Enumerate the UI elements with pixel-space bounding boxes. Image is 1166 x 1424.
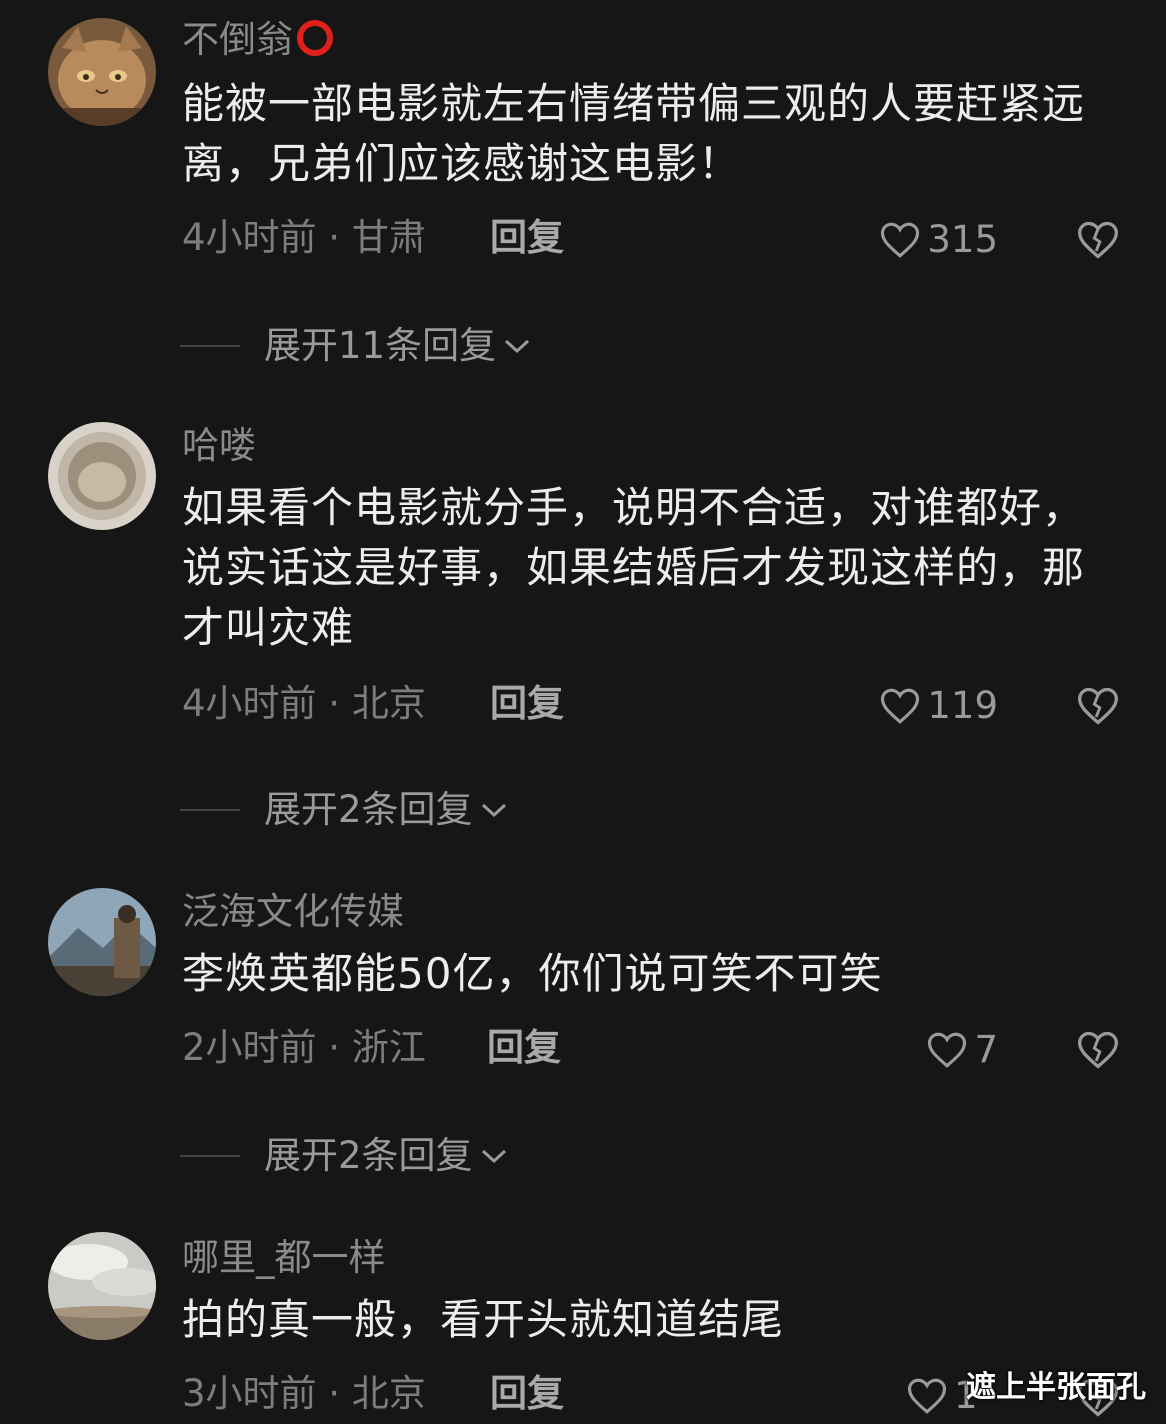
reply-button[interactable]: 回复 (487, 1026, 561, 1070)
mountain-avatar-image (48, 888, 156, 996)
heart-outline-icon (928, 1032, 967, 1068)
avatar[interactable] (48, 1232, 156, 1340)
expand-replies-button[interactable]: 展开11条回复 (180, 324, 532, 368)
like-button[interactable]: 315 (879, 218, 998, 262)
divider-line (180, 809, 240, 811)
like-count: 315 (927, 218, 998, 261)
chevron-down-icon (481, 803, 506, 818)
like-button[interactable]: 119 (879, 684, 998, 728)
dislike-button[interactable] (1076, 1028, 1120, 1072)
red-circle-badge-icon (297, 20, 333, 56)
avatar[interactable] (48, 18, 156, 126)
broken-heart-icon (1078, 1031, 1118, 1069)
username[interactable]: 哈喽 (182, 424, 256, 468)
broken-heart-icon (1078, 221, 1118, 259)
sky-avatar-image (48, 1232, 156, 1340)
comment-meta: 3小时前 · 北京 (182, 1372, 426, 1415)
username[interactable]: 哪里_都一样 (182, 1236, 386, 1280)
chevron-down-icon (505, 339, 530, 354)
expand-replies-button[interactable]: 展开2条回复 (180, 788, 509, 832)
reply-button[interactable]: 回复 (490, 682, 564, 726)
hamster-avatar-image (48, 422, 156, 530)
like-button[interactable]: 7 (926, 1028, 998, 1072)
dislike-button[interactable] (1076, 684, 1120, 728)
broken-heart-icon (1078, 687, 1118, 725)
avatar[interactable] (48, 422, 156, 530)
like-count: 119 (927, 684, 998, 727)
cat-avatar-image (48, 18, 156, 126)
comment-text: 能被一部电影就左右情绪带偏三观的人要赶紧远离，兄弟们应该感谢这电影！ (182, 79, 1086, 188)
comment-meta: 4小时前 · 甘肃 (182, 216, 426, 259)
username[interactable]: 泛海文化传媒 (182, 890, 404, 934)
heart-outline-icon (881, 688, 920, 724)
dislike-button[interactable] (1076, 218, 1120, 262)
comment-text: 如果看个电影就分手，说明不合适，对谁都好，说实话这是好事，如果结婚后才发现这样的… (182, 483, 1086, 652)
comment-text: 李焕英都能50亿，你们说可笑不可笑 (182, 949, 883, 998)
heart-outline-icon (881, 222, 920, 258)
watermark-text: 遮上半张面孔 (966, 1370, 1146, 1405)
reply-button[interactable]: 回复 (490, 1372, 564, 1416)
username[interactable]: 不倒翁 (182, 18, 333, 62)
heart-outline-icon (907, 1378, 947, 1414)
divider-line (180, 345, 240, 347)
expand-label: 展开11条回复 (264, 324, 497, 367)
expand-label: 展开2条回复 (264, 788, 473, 831)
expand-replies-button[interactable]: 展开2条回复 (180, 1134, 509, 1178)
expand-label: 展开2条回复 (264, 1134, 473, 1177)
comment-text: 拍的真一般，看开头就知道结尾 (182, 1295, 785, 1344)
chevron-down-icon (481, 1149, 506, 1164)
divider-line (180, 1155, 240, 1157)
reply-button[interactable]: 回复 (490, 216, 564, 260)
avatar[interactable] (48, 888, 156, 996)
username-text: 不倒翁 (182, 18, 293, 61)
comment-meta: 2小时前 · 浙江 (182, 1026, 426, 1069)
like-count: 7 (974, 1028, 998, 1071)
comment-meta: 4小时前 · 北京 (182, 682, 426, 725)
